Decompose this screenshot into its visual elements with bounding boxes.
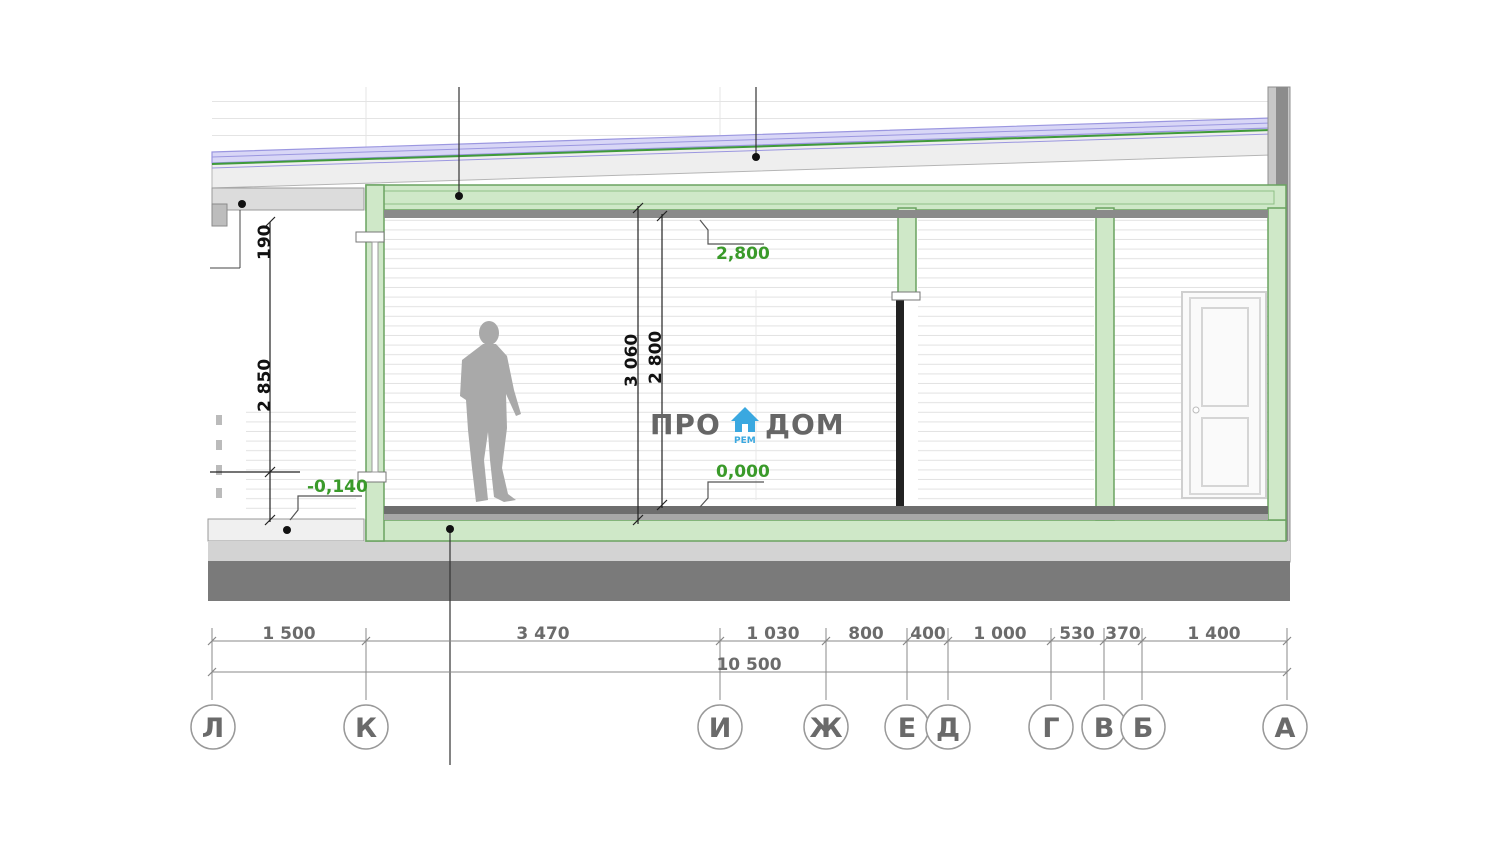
axis-label-g: Г <box>1042 713 1059 744</box>
axis-label-v: В <box>1094 713 1115 744</box>
dim-segment-3: 1 030 <box>746 624 799 644</box>
level-terrace: -0,140 <box>307 477 368 497</box>
axis-label-a: А <box>1275 713 1296 744</box>
terrace-area <box>207 270 365 542</box>
section-drawing: 190 2 850 3 060 2 800 2,800 0,000 -0,140… <box>190 86 1308 765</box>
level-floor: 0,000 <box>716 462 770 482</box>
dim-segment-5: 400 <box>910 624 946 644</box>
dim-segment-9: 1 400 <box>1187 624 1240 644</box>
dim-segment-2: 3 470 <box>516 624 569 644</box>
door <box>1181 291 1267 499</box>
dim-upper-left: 190 <box>255 224 275 260</box>
dim-segment-8: 370 <box>1105 624 1141 644</box>
axis-label-k: К <box>355 713 377 744</box>
foundation <box>208 541 1290 601</box>
dim-segment-6: 1 000 <box>973 624 1026 644</box>
axis-label-zh: Ж <box>809 713 842 744</box>
axis-label-e: Е <box>898 713 916 744</box>
prodom-logo: ПРО РЕМ ДОМ <box>650 407 845 446</box>
dim-left-height: 2 850 <box>255 359 275 412</box>
dim-segment-7: 530 <box>1059 624 1095 644</box>
logo-text-left: ПРО <box>650 408 721 441</box>
dim-segment-4: 800 <box>848 624 884 644</box>
axis-label-l: Л <box>202 713 224 744</box>
logo-text-right: ДОМ <box>765 408 845 441</box>
axis-label-b: Б <box>1133 713 1154 744</box>
dim-total-height: 3 060 <box>622 334 642 387</box>
dim-segment-1: 1 500 <box>262 624 315 644</box>
dim-total: 10 500 <box>716 655 781 675</box>
terrace-canopy <box>210 187 365 269</box>
interior-walls <box>384 218 1268 506</box>
axis-label-i: И <box>709 713 732 744</box>
logo-text-sub: РЕМ <box>734 436 756 446</box>
dim-room-height: 2 800 <box>646 331 666 384</box>
level-ceiling: 2,800 <box>716 244 770 264</box>
axis-label-d: Д <box>936 713 960 744</box>
